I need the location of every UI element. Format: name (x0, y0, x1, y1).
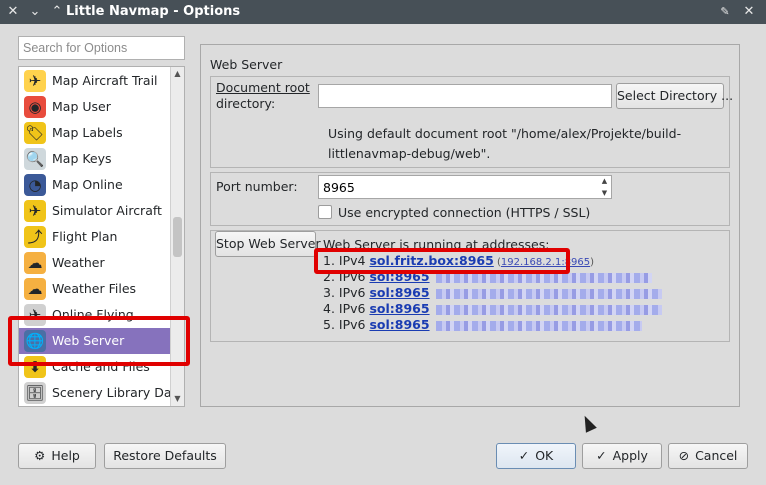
sidebar-item-label: Map Aircraft Trail (52, 73, 158, 88)
aircraft-trail-icon: ✈ (24, 70, 46, 92)
sidebar-item[interactable]: ☁ Weather (19, 250, 171, 276)
address-prefix: 5. IPv6 (323, 317, 370, 332)
sidebar-item-label: Simulator Aircraft (52, 203, 162, 218)
doc-root-input[interactable] (318, 84, 612, 108)
scroll-thumb[interactable] (173, 217, 182, 257)
redacted-ipv6-address (435, 304, 662, 315)
doc-root-info: Using default document root "/home/alex/… (328, 126, 682, 161)
sidebar-item-label: Map Keys (52, 151, 112, 166)
sidebar-item[interactable]: ☁ Weather Files (19, 276, 171, 302)
mouse-cursor (579, 413, 597, 433)
help-icon: ⚙ (34, 448, 46, 463)
select-directory-button[interactable]: Select Directory ... (616, 83, 733, 109)
address-prefix: 4. IPv6 (323, 301, 370, 316)
port-input[interactable] (318, 175, 612, 199)
sidebar-item-label: Weather (52, 255, 105, 270)
redacted-ipv6-address (435, 288, 662, 299)
flight-plan-icon: ⤴ (24, 226, 46, 248)
port-spinbox[interactable]: ▲ ▼ (318, 175, 612, 199)
sidebar-item[interactable]: ◉ Map User (19, 94, 171, 120)
address-highlight-annotation (314, 248, 570, 274)
redacted-ipv6-address (435, 272, 652, 283)
sidebar-item[interactable]: 🏷 Map Labels (19, 120, 171, 146)
scroll-up-icon[interactable]: ▲ (171, 67, 184, 81)
server-address-row: 3. IPv6 sol:8965 (323, 285, 662, 301)
stop-web-server-button[interactable]: Stop Web Server (215, 231, 321, 257)
encrypted-checkbox[interactable] (318, 205, 332, 219)
chevron-down-icon[interactable]: ⌄ (26, 3, 44, 21)
weather-files-icon: ☁ (24, 278, 46, 300)
encrypted-label[interactable]: Use encrypted connection (HTTPS / SSL) (338, 205, 590, 220)
server-address-link[interactable]: sol:8965 (369, 317, 429, 332)
sidebar-item[interactable]: ⤴ Flight Plan (19, 224, 171, 250)
port-label: Port number: (216, 179, 298, 194)
help-button[interactable]: ⚙ Help (18, 443, 96, 469)
sidebar-item-label: Map Online (52, 177, 123, 192)
weather-icon: ☁ (24, 252, 46, 274)
search-input[interactable] (18, 36, 185, 60)
title-bar: ✕ ⌄ ⌃ Little Navmap - Options ✎ ✕ (0, 0, 766, 24)
sidebar-item[interactable]: ◔ Map Online (19, 172, 171, 198)
sidebar-item[interactable]: ✈ Map Aircraft Trail (19, 68, 171, 94)
sidebar-item-label: Weather Files (52, 281, 137, 296)
server-address-row: 4. IPv6 sol:8965 (323, 301, 662, 317)
pin-icon[interactable]: ✎ (716, 3, 734, 21)
address-prefix: 3. IPv6 (323, 285, 370, 300)
apply-button[interactable]: ✓ Apply (582, 443, 662, 469)
checkmark-icon: ✓ (518, 448, 530, 463)
cancel-button[interactable]: ⊘ Cancel (668, 443, 748, 469)
map-labels-icon: 🏷 (24, 122, 46, 144)
doc-root-label: Document root directory: (216, 80, 310, 111)
sidebar-item-label: Map User (52, 99, 111, 114)
sidebar-item[interactable]: 🗄 Scenery Library Datab (19, 380, 184, 406)
sidebar-item-label: Flight Plan (52, 229, 118, 244)
spin-up-icon[interactable]: ▲ (598, 176, 611, 186)
checkmark-icon: ✓ (596, 448, 607, 463)
server-address-link[interactable]: sol:8965 (369, 301, 429, 316)
close-icon[interactable]: ✕ (4, 3, 22, 21)
redacted-ipv6-address (435, 320, 642, 331)
section-title: Web Server (210, 57, 283, 72)
server-address-link[interactable]: sol:8965 (369, 285, 429, 300)
map-online-icon: ◔ (24, 174, 46, 196)
scroll-down-icon[interactable]: ▼ (171, 392, 184, 406)
sidebar-highlight-annotation (8, 316, 190, 366)
server-address-row: 5. IPv6 sol:8965 (323, 317, 642, 333)
map-user-icon: ◉ (24, 96, 46, 118)
restore-defaults-button[interactable]: Restore Defaults (104, 443, 226, 469)
chevron-up-icon[interactable]: ⌃ (48, 3, 66, 21)
simulator-aircraft-icon: ✈ (24, 200, 46, 222)
options-dialog: ✕ ⌄ ⌃ Little Navmap - Options ✎ ✕ ✈ Map A… (0, 0, 766, 485)
window-close-icon[interactable]: ✕ (740, 3, 758, 21)
sidebar-item[interactable]: ✈ Simulator Aircraft (19, 198, 171, 224)
sidebar-item-label: Map Labels (52, 125, 123, 140)
ok-button[interactable]: ✓ OK (496, 443, 576, 469)
sidebar-item-label: Scenery Library Datab (52, 385, 185, 400)
sidebar-item[interactable]: 🔍 Map Keys (19, 146, 171, 172)
spin-down-icon[interactable]: ▼ (598, 188, 611, 198)
window-title: Little Navmap - Options (66, 4, 241, 19)
map-keys-icon: 🔍 (24, 148, 46, 170)
cancel-icon: ⊘ (678, 448, 690, 463)
scenery-library-icon: 🗄 (24, 382, 46, 404)
